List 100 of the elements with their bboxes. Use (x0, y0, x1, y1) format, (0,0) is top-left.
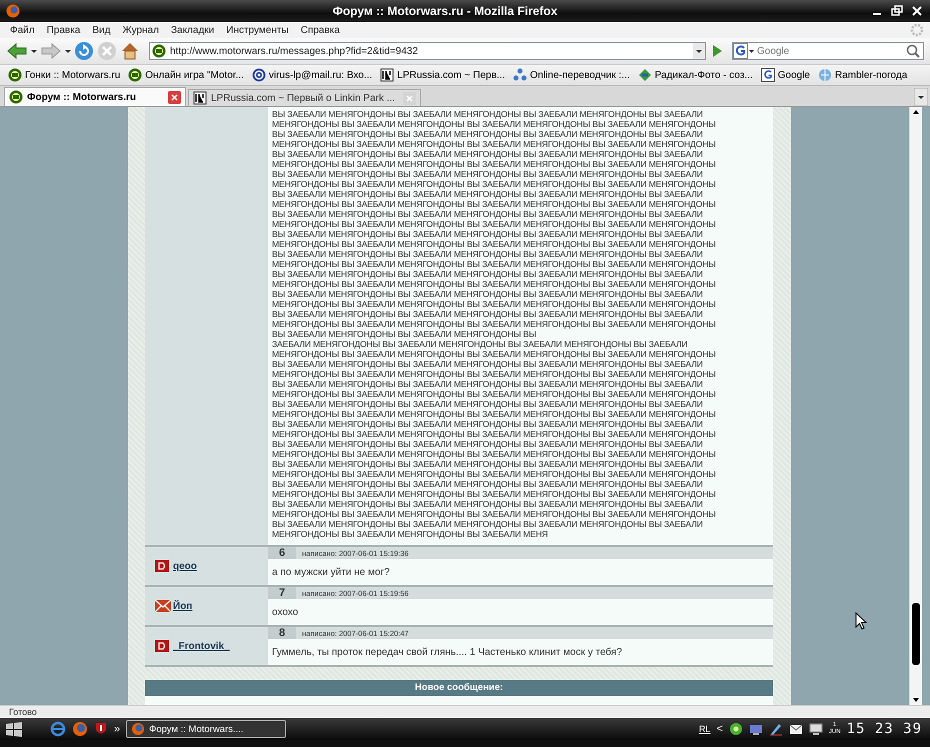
firefox-logo-icon (131, 722, 146, 736)
message-line: МЕНЯГОНДОНЫ ВЫ ЗАЕБАЛИ МЕНЯГОНДОНЫ ВЫ ЗАЕБАЛИ МЕНЯГОНДОНЫ ВЫ ЗАЕБАЛИ МЕНЯГОНДОНЫ (272, 369, 717, 379)
firefox-logo-icon[interactable] (72, 721, 88, 737)
site-favicon-icon (152, 44, 166, 58)
bookmark-link[interactable]: Онлайн игра "Motor... (128, 68, 244, 82)
menu-item[interactable]: Файл (10, 24, 35, 36)
message-line: ВЫ ЗАЕБАЛИ МЕНЯГОНДОНЫ ВЫ ЗАЕБАЛИ МЕНЯГОНДОНЫ ВЫ ЗАЕБАЛИ МЕНЯГОНДОНЫ ВЫ ЗАЕБАЛИ (272, 289, 704, 299)
taskbar-button[interactable]: Форум :: Motorwars.... (126, 720, 286, 738)
menu-item[interactable]: Вид (92, 24, 110, 36)
message-line: МЕНЯГОНДОНЫ ВЫ ЗАЕБАЛИ МЕНЯГОНДОНЫ ВЫ ЗАЕБАЛИ МЕНЯГОНДОНЫ ВЫ ЗАЕБАЛИ МЕНЯГОНДОНЫ (272, 389, 717, 399)
browser-tab[interactable]: LPRussia.com ~ Первый о Linkin Park ... (188, 89, 421, 106)
bookmark-link[interactable]: LPRussia.com ~ Перв... (380, 68, 505, 82)
post-text: а по мужски уйти не мог? (271, 566, 391, 580)
envelope-icon[interactable] (788, 722, 803, 736)
site-favicon-icon (8, 68, 22, 82)
menu-item[interactable]: Закладки (170, 24, 214, 36)
message-line: ВЫ ЗАЕБАЛИ МЕНЯГОНДОНЫ ВЫ ЗАЕБАЛИ МЕНЯГОНДОНЫ ВЫ (272, 329, 538, 339)
message-line: МЕНЯГОНДОНЫ ВЫ ЗАЕБАЛИ МЕНЯГОНДОНЫ ВЫ ЗАЕБАЛИ МЕНЯГОНДОНЫ ВЫ ЗАЕБАЛИ МЕНЯГОНДОНЫ (272, 409, 717, 419)
message-line: МЕНЯГОНДОНЫ ВЫ ЗАЕБАЛИ МЕНЯГОНДОНЫ ВЫ ЗАЕБАЛИ МЕНЯГОНДОНЫ ВЫ ЗАЕБАЛИ МЕНЯГОНДОНЫ (272, 139, 717, 149)
network-icon[interactable] (748, 722, 763, 736)
message-line: ВЫ ЗАЕБАЛИ МЕНЯГОНДОНЫ ВЫ ЗАЕБАЛИ МЕНЯГОНДОНЫ ВЫ ЗАЕБАЛИ МЕНЯГОНДОНЫ ВЫ ЗАЕБАЛИ (272, 149, 704, 159)
envelope-icon (155, 600, 171, 612)
google-g-icon[interactable] (733, 43, 755, 59)
monitor-icon[interactable] (808, 722, 823, 736)
post-number: 6 (268, 547, 296, 559)
message-line: ВЫ ЗАЕБАЛИ МЕНЯГОНДОНЫ ВЫ ЗАЕБАЛИ МЕНЯГОНДОНЫ ВЫ ЗАЕБАЛИ МЕНЯГОНДОНЫ ВЫ ЗАЕБАЛИ (272, 399, 704, 409)
more-icons-button[interactable]: » (114, 723, 120, 735)
bookmark-link[interactable]: virus-lp@mail.ru: Вхо... (252, 68, 372, 82)
message-line: МЕНЯГОНДОНЫ ВЫ ЗАЕБАЛИ МЕНЯГОНДОНЫ ВЫ ЗАЕБАЛИ МЕНЯГОНДОНЫ ВЫ ЗАЕБАЛИ МЕНЯГОНДОНЫ (272, 449, 717, 459)
message-line: ВЫ ЗАЕБАЛИ МЕНЯГОНДОНЫ ВЫ ЗАЕБАЛИ МЕНЯГОНДОНЫ ВЫ ЗАЕБАЛИ МЕНЯГОНДОНЫ ВЫ ЗАЕБАЛИ (272, 209, 704, 219)
ie-logo-icon[interactable] (50, 721, 66, 737)
message-line: ВЫ ЗАЕБАЛИ МЕНЯГОНДОНЫ ВЫ ЗАЕБАЛИ МЕНЯГОНДОНЫ ВЫ ЗАЕБАЛИ МЕНЯГОНДОНЫ ВЫ ЗАЕБАЛИ (272, 379, 704, 389)
message-line: ВЫ ЗАЕБАЛИ МЕНЯГОНДОНЫ ВЫ ЗАЕБАЛИ МЕНЯГОНДОНЫ ВЫ ЗАЕБАЛИ МЕНЯГОНДОНЫ ВЫ ЗАЕБАЛИ (272, 229, 704, 239)
tab-list-caret-icon[interactable] (914, 88, 928, 106)
message-line: МЕНЯГОНДОНЫ ВЫ ЗАЕБАЛИ МЕНЯГОНДОНЫ ВЫ ЗАЕБАЛИ МЕНЯГОНДОНЫ ВЫ ЗАЕБАЛИ МЕНЯГОНДОНЫ (272, 199, 717, 209)
bookmark-link[interactable]: Rambler-погода (818, 68, 908, 82)
bookmark-link[interactable]: Online-переводчик :... (512, 68, 630, 82)
message-line: ВЫ ЗАЕБАЛИ МЕНЯГОНДОНЫ ВЫ ЗАЕБАЛИ МЕНЯГОНДОНЫ ВЫ ЗАЕБАЛИ МЕНЯГОНДОНЫ ВЫ ЗАЕБАЛИ (272, 129, 704, 139)
address-field[interactable]: http://www.motorwars.ru/messages.php?fid=2&tid=9432 (149, 42, 706, 60)
message-line: ВЫ ЗАЕБАЛИ МЕНЯГОНДОНЫ ВЫ ЗАЕБАЛИ МЕНЯГОНДОНЫ ВЫ ЗАЕБАЛИ МЕНЯГОНДОНЫ ВЫ ЗАЕБАЛИ (272, 189, 704, 199)
message-line: ВЫ ЗАЕБАЛИ МЕНЯГОНДОНЫ ВЫ ЗАЕБАЛИ МЕНЯГОНДОНЫ ВЫ ЗАЕБАЛИ МЕНЯГОНДОНЫ ВЫ ЗАЕБАЛИ (272, 249, 704, 259)
pen-icon[interactable] (768, 722, 783, 736)
dots-icon (512, 68, 527, 82)
post-number: 7 (268, 587, 296, 599)
message-line: ВЫ ЗАЕБАЛИ МЕНЯГОНДОНЫ ВЫ ЗАЕБАЛИ МЕНЯГОНДОНЫ ВЫ ЗАЕБАЛИ МЕНЯГОНДОНЫ ВЫ ЗАЕБАЛИ (272, 269, 704, 279)
message-line: ВЫ ЗАЕБАЛИ МЕНЯГОНДОНЫ ВЫ ЗАЕБАЛИ МЕНЯГОНДОНЫ ВЫ ЗАЕБАЛИ МЕНЯГОНДОНЫ ВЫ ЗАЕБАЛИ (272, 499, 704, 509)
tab-close-icon[interactable] (168, 90, 181, 104)
window-title: Форум :: Motorwars.ru - Mozilla Firefox (332, 4, 558, 18)
post-number: 8 (268, 627, 296, 639)
language-indicator[interactable]: RL (698, 724, 710, 734)
lp-logo-icon (193, 91, 207, 105)
google-g-icon (760, 68, 775, 82)
home-icon[interactable] (120, 41, 140, 61)
message-line: МЕНЯГОНДОНЫ ВЫ ЗАЕБАЛИ МЕНЯГОНДОНЫ ВЫ ЗАЕБАЛИ МЕНЯГОНДОНЫ ВЫ ЗАЕБАЛИ МЕНЯГОНДОНЫ (272, 259, 717, 269)
message-line: ВЫ ЗАЕБАЛИ МЕНЯГОНДОНЫ ВЫ ЗАЕБАЛИ МЕНЯГОНДОНЫ ВЫ ЗАЕБАЛИ МЕНЯГОНДОНЫ ВЫ ЗАЕБАЛИ (272, 419, 704, 429)
site-favicon-icon (128, 68, 142, 82)
bookmark-link[interactable]: Google (760, 68, 810, 82)
user-badge-icon (155, 560, 171, 572)
bookmark-link[interactable]: Гонки :: Motorwars.ru (8, 68, 120, 82)
author-link[interactable]: Йоп (173, 600, 192, 612)
throbber-icon (910, 23, 924, 37)
clock: 15 23 39 (846, 721, 922, 737)
firefox-logo-icon (6, 4, 20, 18)
bookmark-link[interactable]: Радикал-Фото - соз... (638, 68, 753, 82)
message-line: МЕНЯГОНДОНЫ ВЫ ЗАЕБАЛИ МЕНЯГОНДОНЫ ВЫ ЗАЕБАЛИ МЕНЯГОНДОНЫ ВЫ ЗАЕБАЛИ МЕНЯГОНДОНЫ (272, 239, 717, 249)
message-line: ВЫ ЗАЕБАЛИ МЕНЯГОНДОНЫ ВЫ ЗАЕБАЛИ МЕНЯГОНДОНЫ ВЫ ЗАЕБАЛИ МЕНЯГОНДОНЫ ВЫ ЗАЕБАЛИ (272, 109, 704, 119)
user-badge-icon (155, 640, 171, 652)
flower-icon[interactable] (728, 722, 743, 736)
message-line: МЕНЯГОНДОНЫ ВЫ ЗАЕБАЛИ МЕНЯГОНДОНЫ ВЫ ЗАЕБАЛИ МЕНЯГОНДОНЫ ВЫ ЗАЕБАЛИ МЕНЯГОНДОНЫ (272, 159, 717, 169)
menu-item[interactable]: Справка (300, 24, 340, 36)
tray-expand-button[interactable]: < (716, 723, 723, 735)
search-field[interactable]: Google (732, 42, 924, 60)
browser-tab[interactable]: Форум :: Motorwars.ru (4, 87, 186, 106)
message-line: МЕНЯГОНДОНЫ ВЫ ЗАЕБАЛИ МЕНЯГОНДОНЫ ВЫ ЗАЕБАЛИ МЕНЯ (272, 529, 549, 539)
message-line: ВЫ ЗАЕБАЛИ МЕНЯГОНДОНЫ ВЫ ЗАЕБАЛИ МЕНЯГОНДОНЫ ВЫ ЗАЕБАЛИ МЕНЯГОНДОНЫ ВЫ ЗАЕБАЛИ (272, 309, 704, 319)
message-line: МЕНЯГОНДОНЫ ВЫ ЗАЕБАЛИ МЕНЯГОНДОНЫ ВЫ ЗАЕБАЛИ МЕНЯГОНДОНЫ ВЫ ЗАЕБАЛИ МЕНЯГОНДОНЫ (272, 509, 717, 519)
back-arrow-icon[interactable] (6, 41, 28, 61)
message-line: МЕНЯГОНДОНЫ ВЫ ЗАЕБАЛИ МЕНЯГОНДОНЫ ВЫ ЗАЕБАЛИ МЕНЯГОНДОНЫ ВЫ ЗАЕБАЛИ МЕНЯГОНДОНЫ (272, 219, 717, 229)
dropdown-caret-icon[interactable] (693, 43, 705, 59)
message-line: МЕНЯГОНДОНЫ ВЫ ЗАЕБАЛИ МЕНЯГОНДОНЫ ВЫ ЗАЕБАЛИ МЕНЯГОНДОНЫ ВЫ ЗАЕБАЛИ МЕНЯГОНДОНЫ (272, 319, 717, 329)
post-text: Гуммель, ты проток передач свой глянь.... 1 Частенько клинит моск у тебя? (271, 646, 624, 660)
message-line: МЕНЯГОНДОНЫ ВЫ ЗАЕБАЛИ МЕНЯГОНДОНЫ ВЫ ЗАЕБАЛИ МЕНЯГОНДОНЫ ВЫ ЗАЕБАЛИ МЕНЯГОНДОНЫ (272, 349, 717, 359)
scrollbar-thumb[interactable] (912, 603, 920, 665)
menu-item[interactable]: Журнал (122, 24, 159, 36)
vertical-scrollbar[interactable] (909, 107, 922, 705)
message-line: МЕНЯГОНДОНЫ ВЫ ЗАЕБАЛИ МЕНЯГОНДОНЫ ВЫ ЗАЕБАЛИ МЕНЯГОНДОНЫ ВЫ ЗАЕБАЛИ МЕНЯГОНДОНЫ (272, 429, 717, 439)
author-link[interactable]: qeoo (173, 560, 197, 572)
menu-item[interactable]: Правка (46, 24, 80, 36)
message-line: ВЫ ЗАЕБАЛИ МЕНЯГОНДОНЫ ВЫ ЗАЕБАЛИ МЕНЯГОНДОНЫ ВЫ ЗАЕБАЛИ МЕНЯГОНДОНЫ ВЫ ЗАЕБАЛИ (272, 479, 704, 489)
windows-logo-icon[interactable] (4, 720, 24, 738)
menu-item[interactable]: Инструменты (226, 24, 289, 36)
section-header: Новое сообщение: (145, 680, 773, 696)
site-favicon-icon (9, 90, 23, 104)
author-link[interactable]: _Frontovik_ (173, 640, 230, 652)
message-line: ВЫ ЗАЕБАЛИ МЕНЯГОНДОНЫ ВЫ ЗАЕБАЛИ МЕНЯГОНДОНЫ ВЫ ЗАЕБАЛИ МЕНЯГОНДОНЫ ВЫ ЗАЕБАЛИ (272, 459, 704, 469)
restore-icon[interactable] (890, 5, 904, 17)
lp-logo-icon (380, 68, 394, 82)
message-line: ВЫ ЗАЕБАЛИ МЕНЯГОНДОНЫ ВЫ ЗАЕБАЛИ МЕНЯГОНДОНЫ ВЫ ЗАЕБАЛИ МЕНЯГОНДОНЫ ВЫ ЗАЕБАЛИ (272, 359, 704, 369)
close-icon[interactable] (910, 5, 924, 17)
message-line: ВЫ ЗАЕБАЛИ МЕНЯГОНДОНЫ ВЫ ЗАЕБАЛИ МЕНЯГОНДОНЫ ВЫ ЗАЕБАЛИ МЕНЯГОНДОНЫ ВЫ ЗАЕБАЛИ (272, 439, 704, 449)
